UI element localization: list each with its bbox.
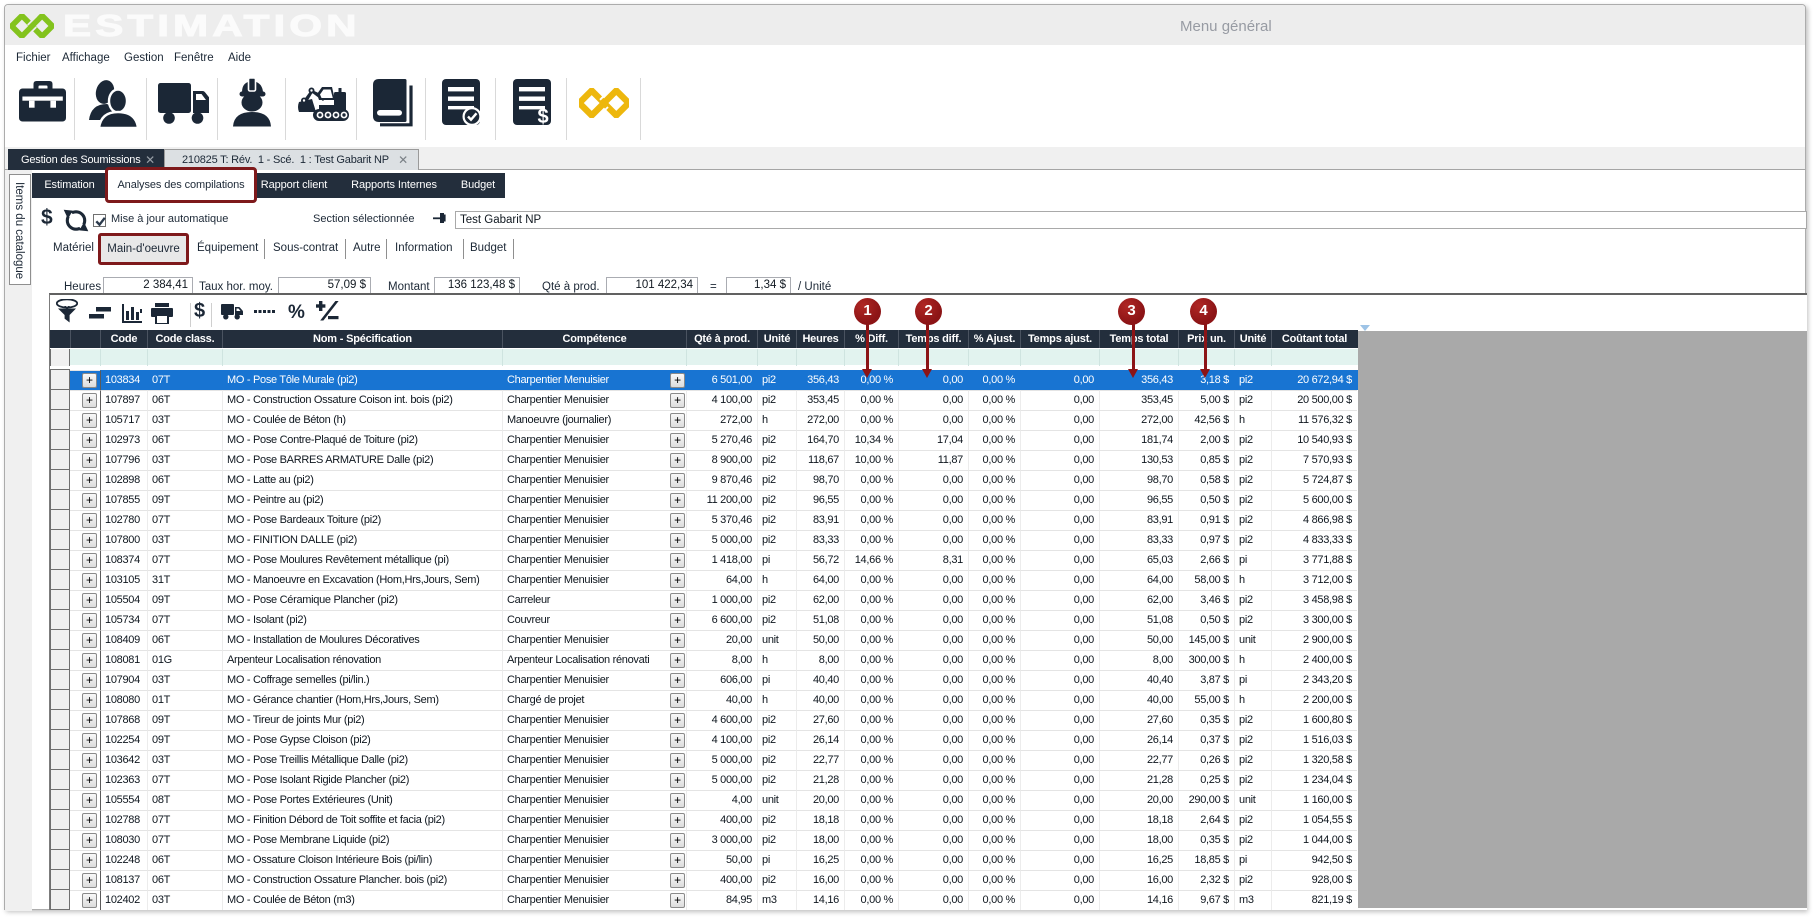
svg-text:x: x (64, 303, 70, 315)
svg-text:$: $ (537, 106, 548, 126)
